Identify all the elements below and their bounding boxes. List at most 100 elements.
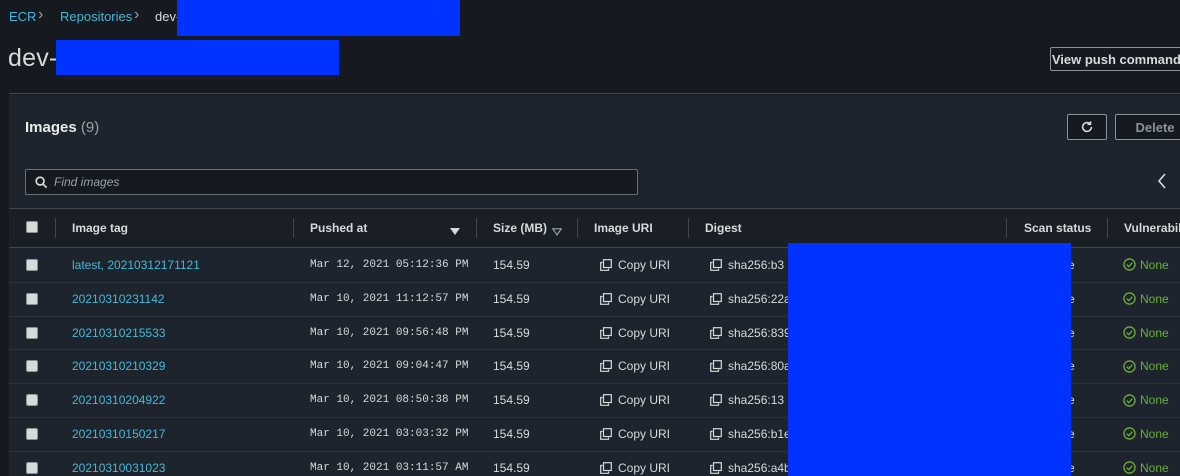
- redaction-block: [56, 40, 339, 75]
- copy-icon: [600, 326, 612, 339]
- column-image-tag[interactable]: Image tag: [72, 221, 128, 235]
- copy-digest-button[interactable]: sha256:22a: [710, 292, 791, 306]
- copy-icon: [710, 326, 722, 339]
- pushed-at: Mar 10, 2021 11:12:57 PM: [310, 292, 469, 305]
- copy-digest-button[interactable]: sha256:839: [710, 326, 791, 340]
- view-push-commands-label: View push commands: [1051, 51, 1180, 67]
- breadcrumb-ecr[interactable]: ECR: [9, 9, 36, 24]
- delete-label: Delete: [1135, 119, 1175, 135]
- digest-value: sha256:839: [728, 325, 791, 340]
- delete-button[interactable]: Delete: [1115, 114, 1180, 140]
- copy-digest-button[interactable]: sha256:b1e: [710, 427, 791, 441]
- digest-value: sha256:a4b: [728, 460, 791, 475]
- pushed-at: Mar 12, 2021 05:12:36 PM: [310, 258, 469, 271]
- column-size[interactable]: Size (MB): [493, 221, 547, 235]
- redaction-block: [177, 0, 460, 36]
- view-push-commands-button[interactable]: View push commands: [1050, 47, 1180, 71]
- copy-icon: [600, 258, 612, 271]
- pushed-at: Mar 10, 2021 09:04:47 PM: [310, 360, 469, 373]
- vulnerabilities-value: None: [1140, 426, 1169, 441]
- vulnerabilities-value: None: [1140, 257, 1169, 272]
- image-tag-link[interactable]: 20210310204922: [72, 393, 165, 407]
- row-checkbox[interactable]: [26, 360, 38, 373]
- copy-digest-button[interactable]: sha256:b3: [710, 258, 784, 272]
- column-divider: [476, 218, 477, 238]
- image-tag-link[interactable]: 20210310031023: [72, 461, 165, 475]
- copy-digest-button[interactable]: sha256:80a: [710, 359, 791, 373]
- vulnerabilities-status: None: [1123, 461, 1169, 475]
- check-circle-icon: [1123, 360, 1136, 373]
- copy-uri-label: Copy URI: [618, 393, 671, 408]
- vulnerabilities-status: None: [1123, 427, 1169, 441]
- vulnerabilities-status: None: [1123, 326, 1169, 340]
- copy-uri-label: Copy URI: [618, 257, 671, 272]
- copy-uri-label: Copy URI: [618, 325, 671, 340]
- chevron-right-icon: ›: [134, 6, 140, 23]
- copy-uri-button[interactable]: Copy URI: [600, 326, 670, 340]
- sort-down-icon[interactable]: [450, 223, 460, 241]
- chevron-left-icon[interactable]: [1156, 172, 1168, 195]
- images-title: Images: [25, 119, 77, 136]
- row-checkbox[interactable]: [26, 326, 38, 339]
- copy-uri-button[interactable]: Copy URI: [600, 292, 670, 306]
- vulnerabilities-status: None: [1123, 359, 1169, 373]
- copy-uri-label: Copy URI: [618, 426, 671, 441]
- copy-icon: [710, 461, 722, 474]
- row-checkbox[interactable]: [26, 258, 38, 271]
- image-size: 154.59: [493, 257, 530, 272]
- column-vulnerabilities: Vulnerabilities: [1124, 221, 1180, 235]
- copy-uri-button[interactable]: Copy URI: [600, 427, 670, 441]
- image-tag-link[interactable]: latest, 20210312171121: [72, 258, 200, 272]
- column-divider: [1107, 218, 1108, 238]
- image-size: 154.59: [493, 460, 530, 475]
- copy-uri-button[interactable]: Copy URI: [600, 461, 670, 475]
- row-checkbox[interactable]: [26, 461, 38, 474]
- image-size: 154.59: [493, 393, 530, 408]
- vulnerabilities-value: None: [1140, 325, 1169, 340]
- images-count: (9): [80, 119, 100, 136]
- copy-icon: [710, 360, 722, 373]
- row-checkbox[interactable]: [26, 427, 38, 440]
- copy-digest-button[interactable]: sha256:a4b: [710, 461, 791, 475]
- column-scan-status: Scan status: [1024, 221, 1092, 235]
- panel-top-border: [9, 93, 1180, 94]
- pushed-at: Mar 10, 2021 09:56:48 PM: [310, 326, 469, 339]
- refresh-button[interactable]: [1067, 114, 1107, 140]
- digest-value: sha256:80a: [728, 359, 791, 374]
- row-checkbox[interactable]: [26, 292, 38, 305]
- breadcrumb-repositories[interactable]: Repositories: [60, 9, 132, 24]
- image-tag-link[interactable]: 20210310215533: [72, 326, 165, 340]
- search-icon: [35, 175, 48, 188]
- page-title: dev-: [8, 44, 58, 72]
- column-divider: [55, 218, 56, 238]
- vulnerabilities-status: None: [1123, 393, 1169, 407]
- search-input[interactable]: [54, 175, 614, 189]
- image-tag-link[interactable]: 20210310150217: [72, 427, 165, 441]
- copy-uri-button[interactable]: Copy URI: [600, 393, 670, 407]
- copy-uri-button[interactable]: Copy URI: [600, 359, 670, 373]
- copy-uri-button[interactable]: Copy URI: [600, 258, 670, 272]
- copy-icon: [710, 258, 722, 271]
- column-image-uri: Image URI: [594, 221, 653, 235]
- digest-value: sha256:b3: [728, 257, 785, 272]
- copy-digest-button[interactable]: sha256:13: [710, 393, 784, 407]
- copy-icon: [600, 394, 612, 406]
- redaction-block: [788, 243, 1071, 476]
- row-checkbox[interactable]: [26, 394, 38, 407]
- column-pushed-at[interactable]: Pushed at: [310, 221, 367, 235]
- copy-uri-label: Copy URI: [618, 359, 671, 374]
- copy-icon: [600, 292, 612, 305]
- copy-icon: [710, 394, 722, 406]
- pushed-at: Mar 10, 2021 03:03:32 PM: [310, 427, 469, 440]
- check-circle-icon: [1123, 427, 1136, 441]
- select-all-checkbox[interactable]: [26, 221, 38, 233]
- copy-uri-label: Copy URI: [618, 291, 671, 306]
- sort-toggle-icon[interactable]: [551, 223, 563, 241]
- image-tag-link[interactable]: 20210310210329: [72, 359, 165, 373]
- chevron-right-icon: ›: [38, 6, 44, 23]
- check-circle-icon: [1123, 461, 1136, 474]
- image-size: 154.59: [493, 291, 530, 306]
- pushed-at: Mar 10, 2021 03:11:57 AM: [310, 461, 469, 474]
- search-box[interactable]: [25, 169, 638, 195]
- image-tag-link[interactable]: 20210310231142: [72, 292, 165, 306]
